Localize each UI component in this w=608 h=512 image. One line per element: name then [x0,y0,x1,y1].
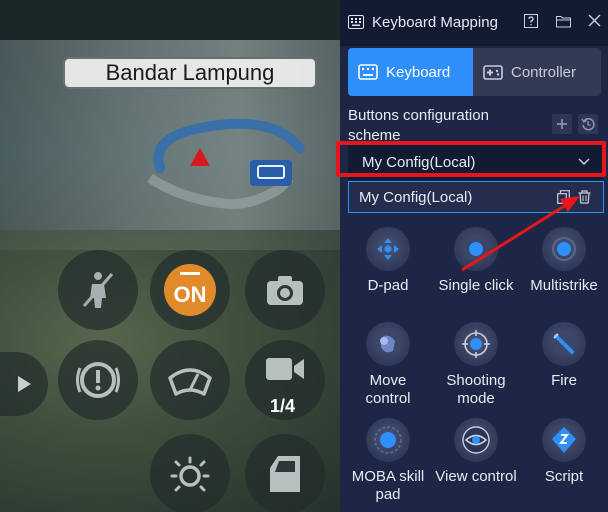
tool-fire-label: Fire [551,372,577,389]
scheme-actions [552,114,598,134]
tool-multistrike-label: Multistrike [530,277,598,294]
tab-controller-label: Controller [511,63,577,81]
single-click-icon [454,227,498,271]
photo-button[interactable] [245,250,325,330]
tool-single-click[interactable]: Single click [434,227,518,295]
tab-keyboard-label: Keyboard [386,63,451,81]
multistrike-icon [542,227,586,271]
tool-view-control[interactable]: View control [434,418,518,486]
pedestrian-off-icon [82,272,114,308]
folder-icon[interactable] [556,14,571,28]
engine-button[interactable]: ON [150,250,230,330]
keyboard-mapping-panel: Keyboard Controller Buttons configuratio… [340,46,608,512]
minimap [147,118,305,209]
wiper-button[interactable] [150,340,230,420]
door-icon [270,456,300,492]
scheme-option-label: My Config(Local) [359,188,473,206]
warning-icon [76,362,120,398]
trash-icon[interactable] [578,190,591,204]
mode-tabs: Keyboard Controller [348,48,601,96]
tool-moba-skill-pad[interactable]: MOBA skill pad [346,418,430,504]
tool-move-control[interactable]: Move control [346,322,430,408]
video-camera-icon [266,358,304,380]
bus-icon [250,160,292,186]
gamepad-icon [483,65,503,80]
restore-scheme-button[interactable] [578,114,598,134]
tool-multistrike[interactable]: Multistrike [522,227,606,295]
tab-keyboard[interactable]: Keyboard [348,48,473,96]
dpad-icon [366,227,410,271]
title-bar: Keyboard Mapping [340,0,608,46]
history-icon [581,118,595,131]
camera-view-label: 1/4 [270,396,296,416]
tool-shooting-mode[interactable]: Shooting mode [434,322,518,408]
scheme-option-actions [557,190,591,204]
hazard-button[interactable] [58,340,138,420]
pedestrian-off-button[interactable] [58,250,138,330]
game-top-strip [0,0,340,40]
highlight-box [336,141,606,177]
game-background: Bandar Lampung ON 1/4 [0,0,340,512]
door-button[interactable] [245,434,325,512]
copy-icon[interactable] [557,190,570,204]
light-icon [170,456,210,492]
tool-fire[interactable]: Fire [522,322,606,390]
moba-skill-pad-icon [366,418,410,462]
engine-label: ON [173,282,207,307]
tool-view-control-label: View control [435,468,517,485]
plus-icon [557,119,567,129]
play-icon [18,376,31,392]
add-scheme-button[interactable] [552,114,572,134]
shooting-mode-icon [454,322,498,366]
scheme-option[interactable]: My Config(Local) [348,181,604,213]
location-label: Bandar Lampung [63,57,317,89]
keyboard-tab-icon [358,64,378,80]
close-icon[interactable] [588,14,601,27]
tool-moba-skill-pad-label: MOBA skill pad [351,468,425,503]
tool-script[interactable]: Script [522,418,606,486]
wiper-icon [168,368,212,396]
tool-script-label: Script [544,468,584,485]
tool-dpad[interactable]: D-pad [346,227,430,295]
window-title: Keyboard Mapping [372,14,498,31]
tool-move-control-label: Move control [365,372,411,407]
tab-controller[interactable]: Controller [473,48,601,96]
tool-shooting-mode-label: Shooting mode [446,372,506,407]
tool-dpad-label: D-pad [367,277,409,294]
scheme-label: Buttons configuration scheme [348,107,489,144]
script-icon [542,418,586,462]
tool-single-click-label: Single click [438,277,514,294]
fire-icon [542,322,586,366]
camera-icon [267,276,303,305]
light-button[interactable] [150,434,230,512]
help-icon[interactable] [524,14,538,28]
view-control-icon [454,418,498,462]
player-marker-icon [190,148,210,166]
keyboard-icon [348,15,364,29]
move-control-icon [366,322,410,366]
